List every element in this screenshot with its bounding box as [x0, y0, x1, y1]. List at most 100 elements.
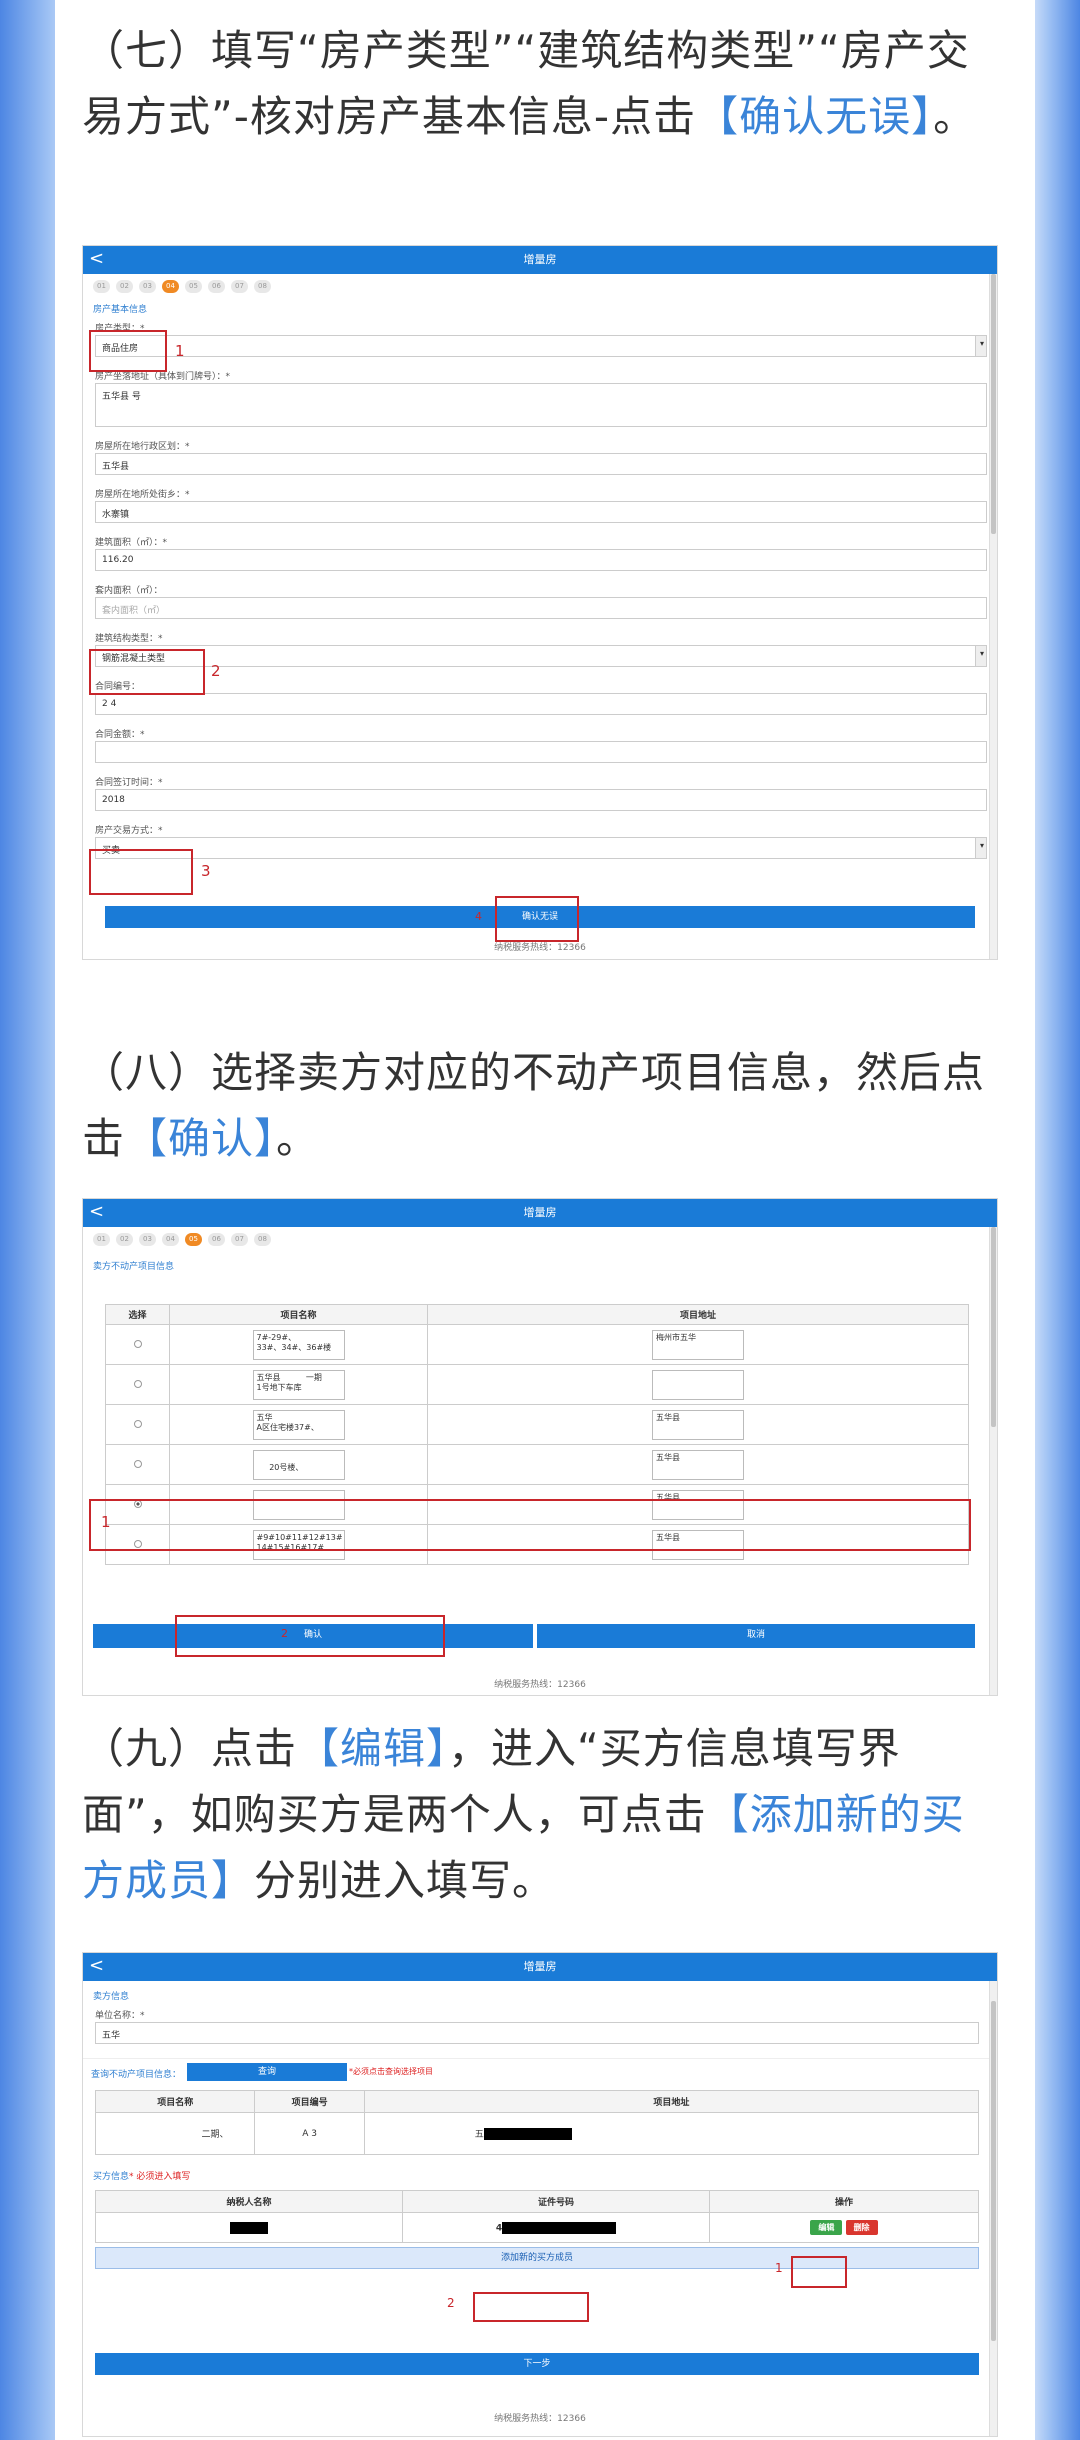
select-cell — [105, 1364, 170, 1405]
shot1-section-title: 房产基本信息 — [93, 305, 148, 315]
form-label: 合同金额：* — [95, 730, 145, 740]
project-name-textarea[interactable]: 五华县 一期 1号地下车库 — [252, 1369, 345, 1400]
shot3-header: < 增量房 — [83, 1953, 997, 1981]
query-button[interactable]: 查询 — [187, 2063, 347, 2081]
form-value: 2018 — [102, 795, 125, 805]
step-03: 03 — [139, 1232, 156, 1246]
unit-name-label: 单位名称：* — [95, 2011, 145, 2021]
shot1-scroll-thumb[interactable] — [991, 274, 996, 534]
project-address-textarea[interactable] — [652, 1369, 744, 1400]
buyer-section-label: 买方信息 — [93, 2172, 130, 2182]
next-step-button[interactable]: 下一步 — [95, 2353, 979, 2375]
form-value: 116.20 — [102, 555, 134, 565]
form-select[interactable]: 商品住房 — [95, 335, 987, 357]
col-id-number: 证件号码 — [402, 2190, 710, 2213]
table-row[interactable]: 20号楼、 五华县 — [105, 1444, 969, 1485]
query-label: 查询不动产项目信息： — [91, 2070, 182, 2080]
shot3-hotline: 纳税服务热线：12366 — [494, 2414, 586, 2424]
buyer-table: 纳税人名称 证件号码 操作 4 编辑 删除 — [95, 2190, 979, 2243]
back-icon[interactable]: < — [89, 246, 104, 272]
project-address-cell: 五华县 — [427, 1444, 969, 1485]
form-value: 2 4 — [102, 699, 117, 709]
query-note: *必须点击查询选择项目 — [349, 2067, 433, 2076]
shot1-form: 房产类型：*商品住房房产坐落地址（具体到门牌号）：* 五华县 号房屋所在地行政区划… — [83, 319, 997, 859]
form-input[interactable]: 2 4 — [95, 693, 987, 715]
project-name-cell: 20号楼、 — [169, 1444, 428, 1485]
project-address-cell: 梅州市五华 — [427, 1324, 969, 1365]
section-9-text-a: （九）点击 — [82, 1724, 298, 1773]
edit-button[interactable]: 编辑 — [810, 2220, 843, 2235]
annotation-box-2 — [175, 1615, 445, 1657]
form-input[interactable]: 116.20 — [95, 549, 987, 571]
project-name-textarea[interactable]: 7#-29#、 33#、34#、36#楼 — [252, 1329, 345, 1360]
shot1-scrollbar[interactable] — [989, 274, 997, 959]
section-8-text: （八）选择卖方对应的不动产项目信息，然后点击【确认】。 — [82, 1040, 1000, 1172]
project-address-textarea[interactable]: 五华县 — [652, 1409, 744, 1440]
form-input[interactable]: 2018 — [95, 789, 987, 811]
shot2-title: 增量房 — [523, 1206, 557, 1219]
col-project-name: 项目名称 — [94, 2090, 256, 2113]
form-input[interactable]: 水寨镇 — [95, 501, 987, 523]
step-05: 05 — [185, 1232, 202, 1246]
annotation-number-2: 2 — [447, 2296, 455, 2310]
section-9-text: （九）点击【编辑】，进入“买方信息填写界面”，如购买方是两个人，可点击【添加新的… — [82, 1716, 1000, 1914]
annotation-number-1: 1 — [175, 342, 185, 360]
unit-name-input[interactable]: 五华 — [95, 2022, 979, 2044]
table-row[interactable]: 五华 A区住宅楼37#、 五华县 — [105, 1404, 969, 1445]
section-8-text-b: 。 — [276, 1114, 320, 1163]
shot2-section-title: 卖方不动产项目信息 — [93, 1262, 175, 1272]
radio-button[interactable] — [133, 1340, 142, 1348]
screenshot-3: < 增量房 卖方信息 单位名称：* 五华 查询不动产项目信息： 查询 *必须点击… — [82, 1952, 998, 2437]
step-08: 08 — [254, 1232, 271, 1246]
table-row[interactable]: 五华县 一期 1号地下车库 — [105, 1364, 969, 1405]
annotation-number-1: 1 — [775, 2261, 783, 2275]
col-project-name: 项目名称 — [169, 1304, 428, 1325]
shot2-scrollbar[interactable] — [989, 1227, 997, 1695]
delete-button[interactable]: 删除 — [845, 2220, 878, 2235]
cancel-button[interactable]: 取消 — [537, 1624, 975, 1648]
form-select[interactable]: 钢筋混凝土类型 — [95, 645, 987, 667]
annotation-row-box-1 — [89, 1499, 971, 1551]
radio-button[interactable] — [133, 1460, 142, 1468]
annotation-box-2 — [89, 649, 205, 695]
step-06: 06 — [208, 279, 225, 293]
radio-button[interactable] — [133, 1420, 142, 1428]
step-07: 07 — [231, 279, 248, 293]
form-select[interactable]: 买卖 — [95, 837, 987, 859]
annotation-number-4: 4 — [475, 910, 482, 923]
back-icon[interactable]: < — [89, 1953, 104, 1979]
seller-project-table-wrap: 项目名称 项目编号 项目地址 二期、 A 3 五 — [94, 2090, 980, 2155]
col-operation: 操作 — [709, 2190, 979, 2213]
form-input[interactable] — [95, 741, 987, 763]
table-row[interactable]: 7#-29#、 33#、34#、36#楼 梅州市五华 — [105, 1324, 969, 1365]
form-input[interactable]: 五华县 号 — [95, 383, 987, 427]
shot1-step-indicator: 01 02 03 04 05 06 07 08 — [83, 274, 997, 298]
step-04: 04 — [162, 1232, 179, 1246]
shot3-scrollbar[interactable] — [989, 1981, 997, 2436]
radio-button[interactable] — [133, 1380, 142, 1388]
shot1-title: 增量房 — [523, 253, 557, 266]
query-row: 查询不动产项目信息： 查询 *必须点击查询选择项目 — [83, 2058, 997, 2086]
col-select: 选择 — [105, 1304, 170, 1325]
col-project-address: 项目地址 — [363, 2090, 980, 2113]
taxpayer-name-cell — [95, 2212, 403, 2243]
select-cell — [105, 1324, 170, 1365]
project-address-textarea[interactable]: 梅州市五华 — [652, 1329, 744, 1360]
project-address-cell: 五华县 — [427, 1404, 969, 1445]
screenshot-1: < 增量房 01 02 03 04 05 06 07 08 房产基本信息 房产类型：*商品住房… — [82, 245, 998, 960]
form-label: 套内面积（㎡）： — [95, 586, 163, 596]
col-project-address: 项目地址 — [427, 1304, 969, 1325]
annotation-box-4 — [495, 896, 579, 942]
id-number-cell: 4 — [402, 2212, 710, 2243]
back-icon[interactable]: < — [89, 1199, 104, 1225]
project-name-textarea[interactable]: 20号楼、 — [252, 1449, 345, 1480]
form-input[interactable]: 五华县 — [95, 453, 987, 475]
shot2-scroll-thumb[interactable] — [991, 1227, 996, 1427]
step-02: 02 — [116, 279, 133, 293]
shot3-scroll-thumb[interactable] — [991, 2001, 996, 2341]
project-name-textarea[interactable]: 五华 A区住宅楼37#、 — [252, 1409, 345, 1440]
project-address-textarea[interactable]: 五华县 — [652, 1449, 744, 1480]
redaction-bar — [502, 2221, 617, 2234]
form-input[interactable]: 套内面积（㎡） — [95, 597, 987, 619]
form-label: 建筑面积（㎡）：* — [95, 538, 168, 548]
